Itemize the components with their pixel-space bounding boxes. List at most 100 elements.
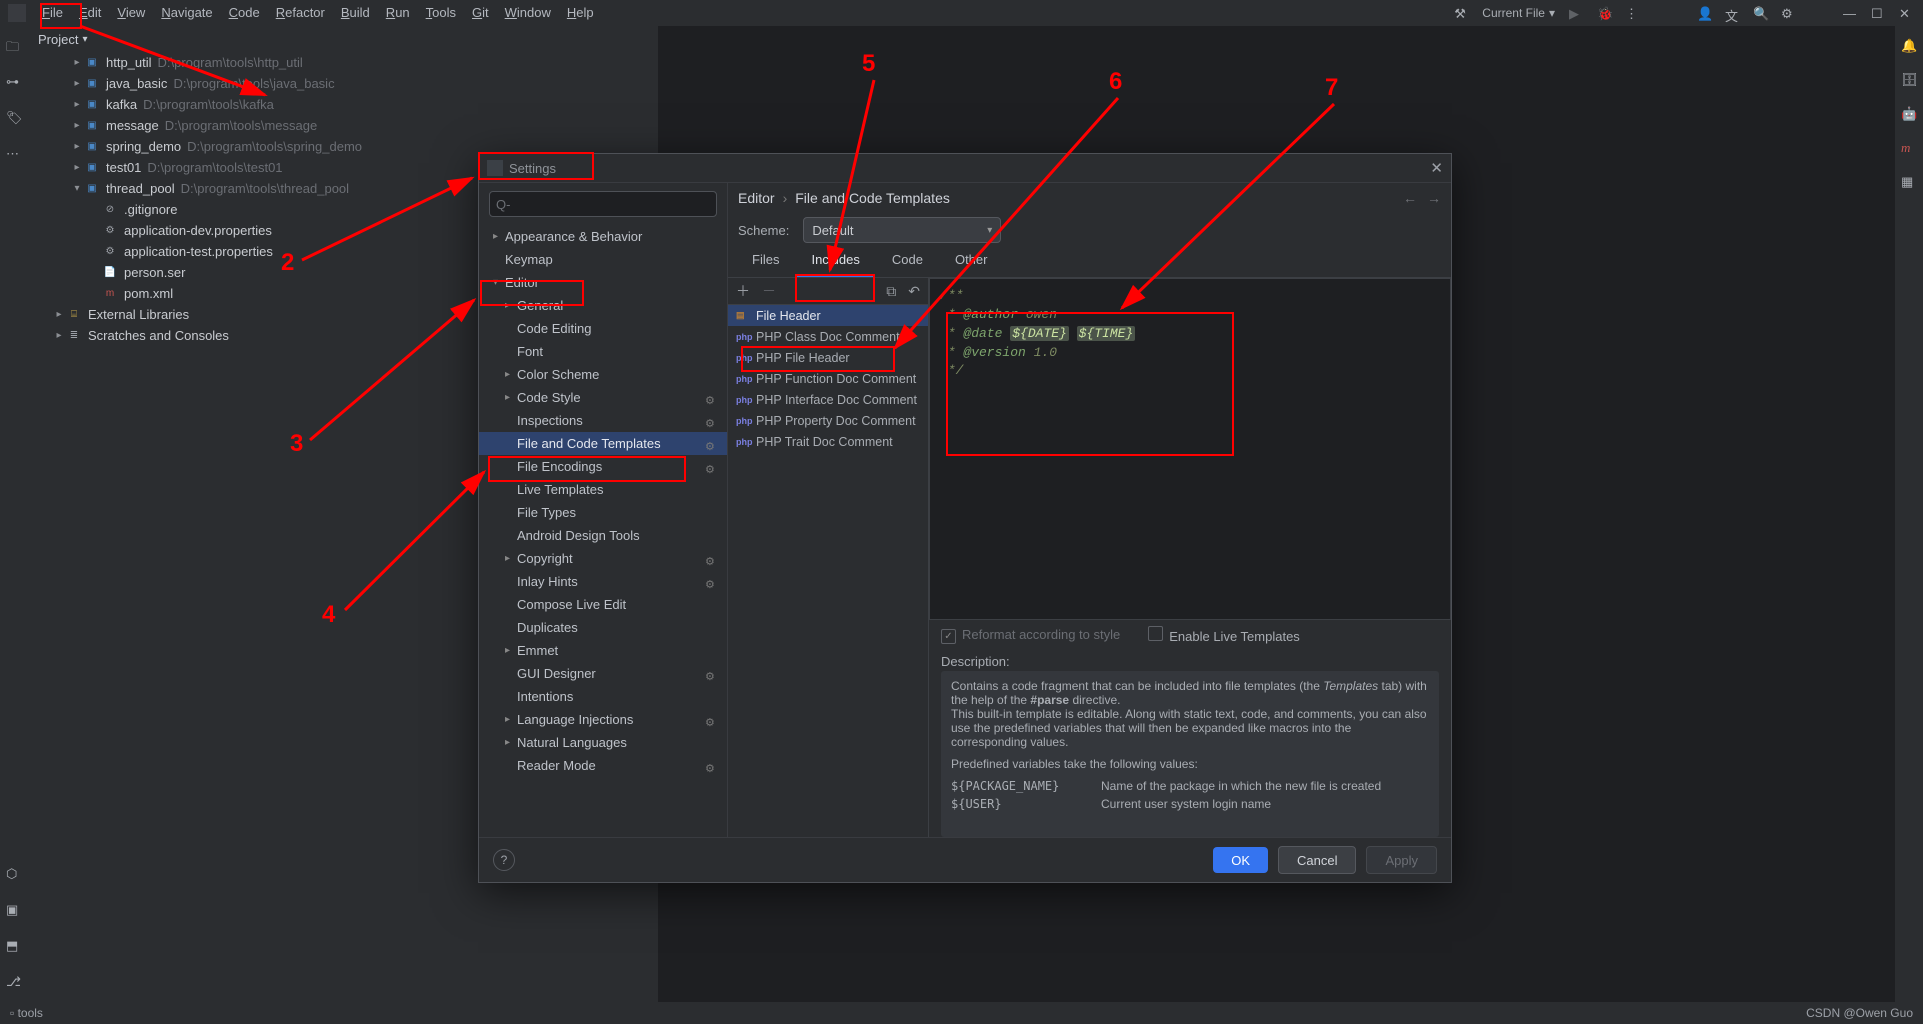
database-tool-icon[interactable]: 🗄 <box>1901 72 1917 88</box>
settings-row-emmet[interactable]: ▸Emmet <box>479 639 727 662</box>
settings-row-reader-mode[interactable]: Reader Mode <box>479 754 727 777</box>
translate-icon[interactable]: 文A <box>1725 6 1739 20</box>
status-bar: ▫ tools CSDN @Owen Guo <box>0 1002 1923 1024</box>
settings-row-compose-live-edit[interactable]: Compose Live Edit <box>479 593 727 616</box>
menu-run[interactable]: Run <box>378 5 418 20</box>
settings-row-live-templates[interactable]: Live Templates <box>479 478 727 501</box>
ok-button[interactable]: OK <box>1213 847 1268 873</box>
add-template-icon[interactable]: ＋ <box>736 281 750 301</box>
menu-tools[interactable]: Tools <box>418 5 464 20</box>
settings-dialog: Settings ✕ Q- ▸Appearance & BehaviorKeym… <box>478 153 1452 883</box>
settings-row-inlay-hints[interactable]: Inlay Hints <box>479 570 727 593</box>
tree-row[interactable]: ▸▣kafkaD:\program\tools\kafka <box>32 94 658 115</box>
template-row[interactable]: phpPHP File Header <box>728 347 928 368</box>
bookmarks-tool-icon[interactable]: 🏷 <box>6 110 22 126</box>
settings-row-inspections[interactable]: Inspections <box>479 409 727 432</box>
settings-row-keymap[interactable]: Keymap <box>479 248 727 271</box>
settings-row-appearance-behavior[interactable]: ▸Appearance & Behavior <box>479 225 727 248</box>
dialog-close-icon[interactable]: ✕ <box>1430 159 1443 177</box>
tab-includes[interactable]: Includes <box>797 246 873 277</box>
ai-tool-icon[interactable]: 🤖 <box>1901 106 1917 122</box>
settings-row-duplicates[interactable]: Duplicates <box>479 616 727 639</box>
template-row[interactable]: phpPHP Trait Doc Comment <box>728 431 928 452</box>
crumb-0[interactable]: Editor <box>738 190 775 206</box>
nav-fwd-icon[interactable]: → <box>1427 190 1441 206</box>
crumb-1: File and Code Templates <box>795 190 950 206</box>
gear-icon[interactable]: ⚙ <box>1781 6 1795 20</box>
structure-tool-icon[interactable]: ⊶ <box>6 74 22 90</box>
template-code-editor[interactable]: /** * @author owen * @date ${DATE} ${TIM… <box>929 278 1451 620</box>
description-label: Description: <box>929 650 1451 671</box>
menu-view[interactable]: View <box>109 5 153 20</box>
settings-tree[interactable]: ▸Appearance & BehaviorKeymap▾Editor▸Gene… <box>479 225 727 837</box>
settings-row-android-design-tools[interactable]: Android Design Tools <box>479 524 727 547</box>
close-icon[interactable]: ✕ <box>1899 6 1913 20</box>
menu-code[interactable]: Code <box>221 5 268 20</box>
cancel-button[interactable]: Cancel <box>1278 846 1356 874</box>
tree-row[interactable]: ▸▣messageD:\program\tools\message <box>32 115 658 136</box>
problems-tool-icon[interactable]: ⬒ <box>6 938 22 954</box>
tab-files[interactable]: Files <box>738 246 793 277</box>
tree-row[interactable]: ▸▣http_utilD:\program\tools\http_util <box>32 52 658 73</box>
more-tools-icon[interactable]: ⋯ <box>6 146 22 162</box>
nav-back-icon[interactable]: ← <box>1403 190 1417 206</box>
debug-icon[interactable]: 🐞 <box>1597 6 1611 20</box>
left-tool-strip: 🗀 ⊶ 🏷 ⋯ ⬡ ▣ ⬒ ⎇ <box>0 26 29 1002</box>
copy-template-icon[interactable]: ⧉ <box>886 283 896 300</box>
project-panel-header[interactable]: Project ▾ <box>28 26 658 52</box>
project-tool-icon[interactable]: 🗀 <box>6 38 22 54</box>
tree-row[interactable]: ▸▣java_basicD:\program\tools\java_basic <box>32 73 658 94</box>
settings-row-copyright[interactable]: ▸Copyright <box>479 547 727 570</box>
git-tool-icon[interactable]: ⎇ <box>6 974 22 990</box>
template-list[interactable]: ▤File HeaderphpPHP Class Doc CommentphpP… <box>728 305 928 837</box>
terminal-tool-icon[interactable]: ▣ <box>6 902 22 918</box>
settings-row-gui-designer[interactable]: GUI Designer <box>479 662 727 685</box>
settings-row-file-and-code-templates[interactable]: File and Code Templates <box>479 432 727 455</box>
live-templates-checkbox[interactable]: Enable Live Templates <box>1148 626 1300 644</box>
template-row[interactable]: phpPHP Function Doc Comment <box>728 368 928 389</box>
settings-row-code-editing[interactable]: Code Editing <box>479 317 727 340</box>
notifications-icon[interactable]: 🔔 <box>1901 38 1917 54</box>
more-icon[interactable]: ⋮ <box>1625 6 1639 20</box>
run-config-combo[interactable]: Current File ▾ <box>1482 6 1555 20</box>
settings-row-file-types[interactable]: File Types <box>479 501 727 524</box>
menu-edit[interactable]: Edit <box>71 5 109 20</box>
menu-refactor[interactable]: Refactor <box>268 5 333 20</box>
settings-row-font[interactable]: Font <box>479 340 727 363</box>
settings-row-editor[interactable]: ▾Editor <box>479 271 727 294</box>
settings-row-intentions[interactable]: Intentions <box>479 685 727 708</box>
user-icon[interactable]: 👤 <box>1697 6 1711 20</box>
maximize-icon[interactable]: ☐ <box>1871 6 1885 20</box>
menu-git[interactable]: Git <box>464 5 497 20</box>
settings-row-file-encodings[interactable]: File Encodings <box>479 455 727 478</box>
settings-row-general[interactable]: ▸General <box>479 294 727 317</box>
dialog-title-bar[interactable]: Settings ✕ <box>479 154 1451 182</box>
search-icon[interactable]: 🔍 <box>1753 6 1767 20</box>
services-tool-icon[interactable]: ⬡ <box>6 866 22 882</box>
run-icon[interactable]: ▶ <box>1569 6 1583 20</box>
settings-row-code-style[interactable]: ▸Code Style <box>479 386 727 409</box>
tab-other[interactable]: Other <box>941 246 1002 277</box>
maven-tool-icon[interactable]: m <box>1901 140 1917 156</box>
tab-code[interactable]: Code <box>878 246 937 277</box>
template-list-panel: ＋ － ⧉ ↶ ▤File HeaderphpPHP Class Doc Com… <box>728 278 929 837</box>
template-row[interactable]: phpPHP Interface Doc Comment <box>728 389 928 410</box>
gradle-tool-icon[interactable]: ▦ <box>1901 174 1917 190</box>
settings-row-color-scheme[interactable]: ▸Color Scheme <box>479 363 727 386</box>
settings-search-input[interactable]: Q- <box>489 191 717 217</box>
revert-template-icon[interactable]: ↶ <box>908 283 920 300</box>
minimize-icon[interactable]: — <box>1843 6 1857 20</box>
menu-window[interactable]: Window <box>497 5 559 20</box>
template-row[interactable]: ▤File Header <box>728 305 928 326</box>
settings-row-natural-languages[interactable]: ▸Natural Languages <box>479 731 727 754</box>
menu-file[interactable]: File <box>34 5 71 20</box>
menu-navigate[interactable]: Navigate <box>153 5 220 20</box>
template-row[interactable]: phpPHP Property Doc Comment <box>728 410 928 431</box>
settings-row-language-injections[interactable]: ▸Language Injections <box>479 708 727 731</box>
hammer-icon[interactable]: ⚒ <box>1454 6 1468 20</box>
menu-build[interactable]: Build <box>333 5 378 20</box>
template-row[interactable]: phpPHP Class Doc Comment <box>728 326 928 347</box>
scheme-combo[interactable]: Default ▾ <box>803 217 1001 243</box>
menu-help[interactable]: Help <box>559 5 602 20</box>
help-icon[interactable]: ? <box>493 849 515 871</box>
